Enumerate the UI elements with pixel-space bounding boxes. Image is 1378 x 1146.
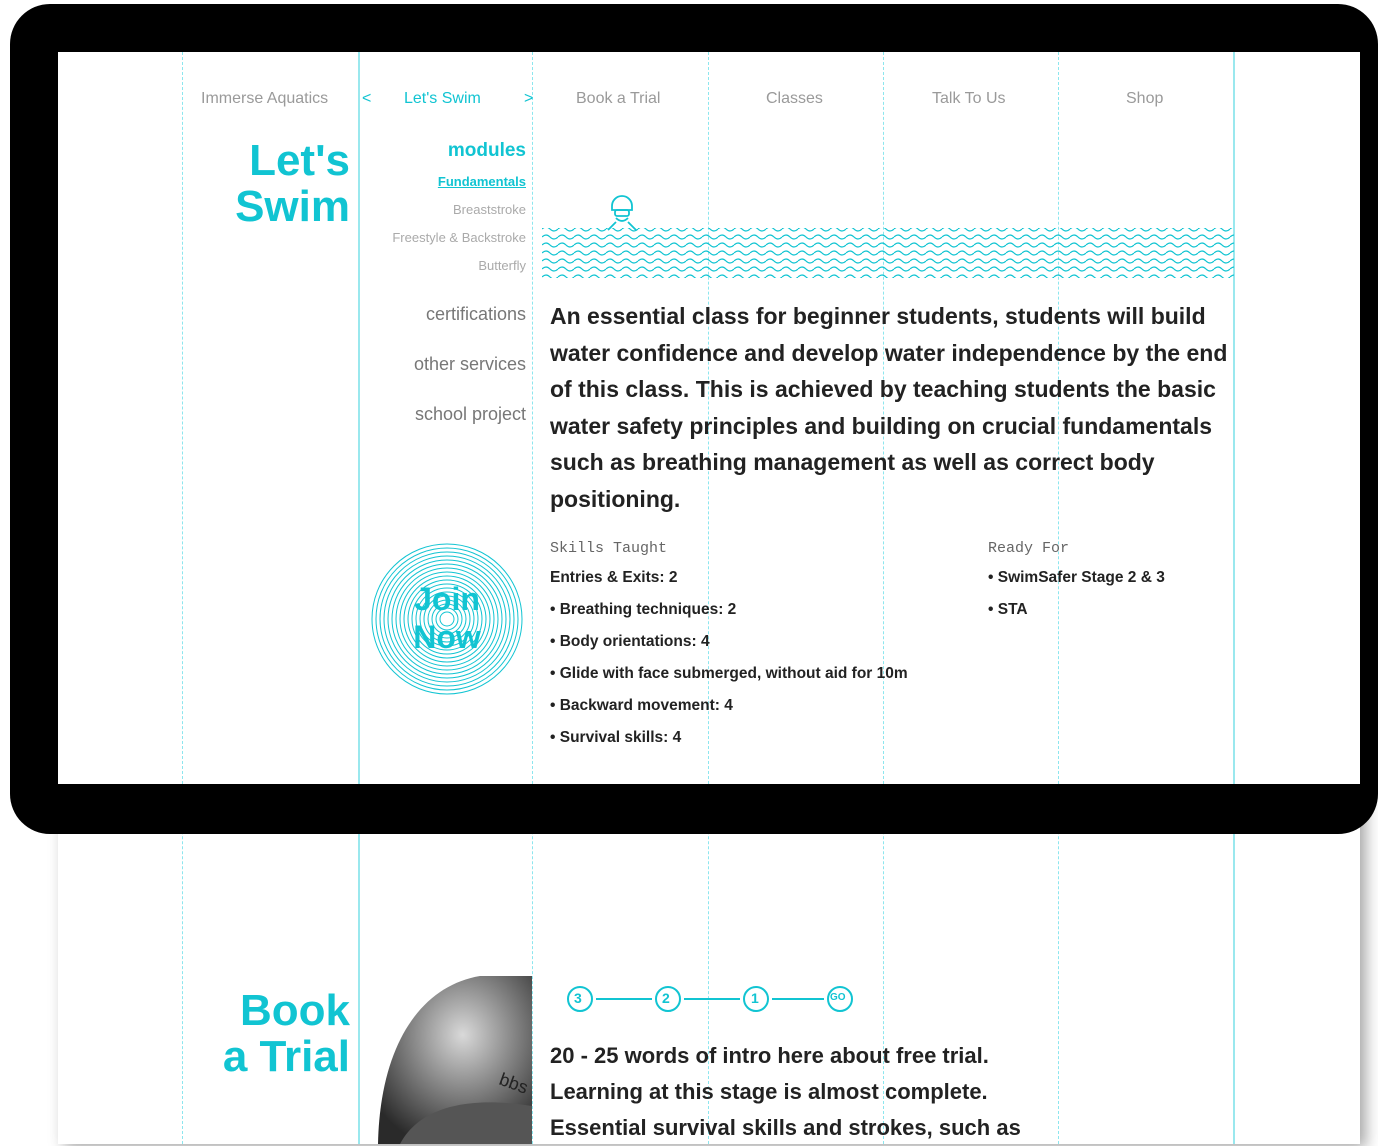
swim-cap-photo: bbs bbox=[360, 976, 532, 1144]
section-title: Let's Swim bbox=[158, 136, 350, 238]
class-description: An essential class for beginner students… bbox=[550, 303, 1228, 512]
trial-intro: 20 - 25 words of intro here about free t… bbox=[550, 1038, 1210, 1146]
link-other-services[interactable]: other services bbox=[414, 354, 526, 375]
ready-item: • SwimSafer Stage 2 & 3 bbox=[988, 569, 1165, 586]
waves-illustration bbox=[542, 192, 1234, 278]
browser-screen: Immerse Aquatics < Let's Swim > Book a T… bbox=[58, 52, 1360, 784]
step-3: 3 bbox=[574, 990, 582, 1006]
swimmer-icon bbox=[607, 195, 637, 231]
trial-intro-line: Essential survival skills and strokes, s… bbox=[550, 1115, 1021, 1140]
trial-intro-line: Learning at this stage is almost complet… bbox=[550, 1079, 988, 1104]
join-now-button[interactable]: Join Now bbox=[370, 542, 524, 696]
step-2: 2 bbox=[662, 990, 670, 1006]
ready-item: • STA bbox=[988, 601, 1028, 618]
skill-item: • Breathing techniques: 2 bbox=[550, 601, 737, 618]
trial-title-line2: a Trial bbox=[222, 1032, 350, 1081]
nav-shop[interactable]: Shop bbox=[1126, 90, 1163, 108]
nav-prev-arrow[interactable]: < bbox=[362, 90, 371, 108]
skills-section: Skills Taught Entries & Exits: 2 • Breat… bbox=[550, 540, 970, 747]
join-now-line2: Now bbox=[413, 619, 481, 655]
skills-heading: Skills Taught bbox=[550, 540, 668, 557]
trial-intro-line: 20 - 25 words of intro here about free t… bbox=[550, 1043, 989, 1068]
module-freestyle-backstroke[interactable]: Freestyle & Backstroke bbox=[392, 230, 526, 245]
module-breaststroke[interactable]: Breaststroke bbox=[453, 202, 526, 217]
link-school-project[interactable]: school project bbox=[415, 404, 526, 425]
join-now-line1: Join bbox=[414, 581, 480, 617]
sidebar-menu: modules Fundamentals Breaststroke Freest… bbox=[360, 140, 526, 460]
nav-book-a-trial[interactable]: Book a Trial bbox=[576, 90, 660, 108]
link-certifications[interactable]: certifications bbox=[426, 304, 526, 325]
trial-title: Book a Trial bbox=[158, 986, 350, 1088]
grid-line bbox=[1233, 52, 1235, 784]
modules-heading[interactable]: modules bbox=[448, 140, 526, 162]
grid-line bbox=[532, 52, 533, 784]
nav-talk-to-us[interactable]: Talk To Us bbox=[932, 90, 1006, 108]
skill-item: • Survival skills: 4 bbox=[550, 729, 682, 746]
step-go: GO bbox=[830, 992, 846, 1003]
section-title-line1: Let's bbox=[249, 136, 350, 185]
nav-lets-swim[interactable]: Let's Swim bbox=[404, 90, 481, 108]
step-1: 1 bbox=[751, 990, 759, 1006]
skill-item: • Glide with face submerged, without aid… bbox=[550, 665, 908, 682]
module-fundamentals[interactable]: Fundamentals bbox=[438, 174, 526, 189]
nav-next-arrow[interactable]: > bbox=[524, 90, 533, 108]
trial-title-line1: Book bbox=[240, 986, 350, 1035]
skill-item: • Backward movement: 4 bbox=[550, 697, 733, 714]
ready-heading: Ready For bbox=[988, 540, 1070, 557]
nav-classes[interactable]: Classes bbox=[766, 90, 823, 108]
ready-for-section: Ready For • SwimSafer Stage 2 & 3 • STA bbox=[988, 540, 1238, 619]
skill-item: • Body orientations: 4 bbox=[550, 633, 710, 650]
nav-brand-link[interactable]: Immerse Aquatics bbox=[201, 90, 328, 108]
section-title-line2: Swim bbox=[235, 182, 350, 231]
module-butterfly[interactable]: Butterfly bbox=[478, 258, 526, 273]
skill-item: Entries & Exits: 2 bbox=[550, 569, 678, 586]
countdown-steps: 3 2 1 GO bbox=[562, 984, 862, 1014]
